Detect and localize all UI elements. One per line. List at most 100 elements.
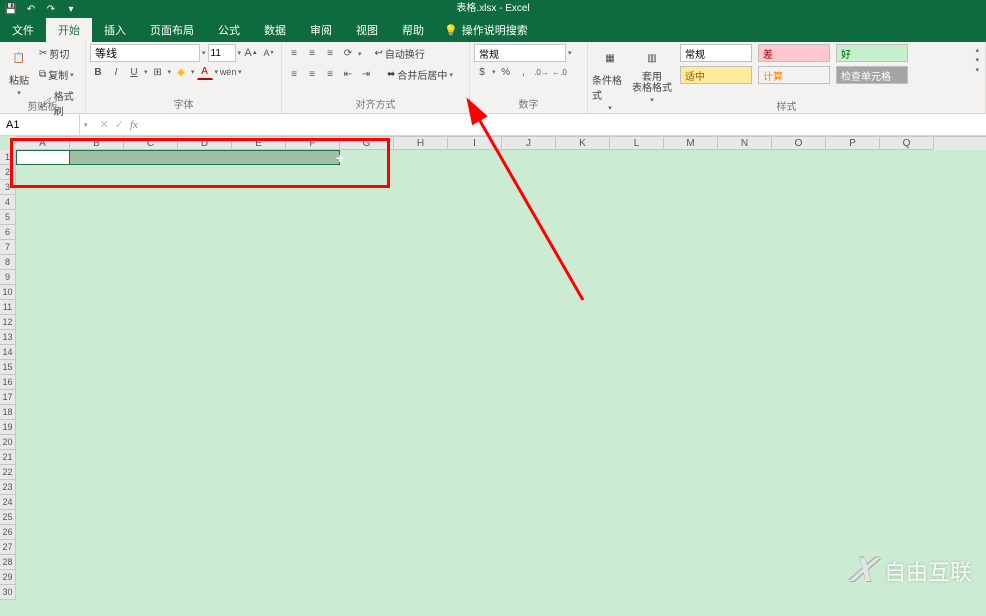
font-color-button[interactable]: A (197, 64, 213, 80)
chevron-up-icon[interactable]: ▴ (975, 46, 979, 54)
tab-help[interactable]: 帮助 (390, 18, 436, 42)
row-header[interactable]: 21 (0, 450, 16, 465)
row-header[interactable]: 26 (0, 525, 16, 540)
chevron-down-icon[interactable]: ▾ (975, 56, 979, 64)
align-center-button[interactable]: ≡ (304, 67, 320, 83)
row-header[interactable]: 11 (0, 300, 16, 315)
save-icon[interactable]: 💾 (4, 2, 18, 16)
row-header[interactable]: 13 (0, 330, 16, 345)
cells-area[interactable]: + (16, 150, 986, 596)
row-header[interactable]: 12 (0, 315, 16, 330)
column-header[interactable]: J (502, 137, 556, 150)
italic-button[interactable]: I (108, 64, 124, 80)
merge-center-button[interactable]: ⬌合并后居中▾ (384, 65, 456, 84)
column-header[interactable]: P (826, 137, 880, 150)
chevron-down-icon[interactable]: ▾ (358, 50, 362, 58)
row-header[interactable]: 28 (0, 555, 16, 570)
increase-indent-button[interactable]: ⇥ (358, 67, 374, 83)
row-header[interactable]: 15 (0, 360, 16, 375)
cut-button[interactable]: ✂剪切 (36, 44, 81, 63)
row-header[interactable]: 10 (0, 285, 16, 300)
row-header[interactable]: 23 (0, 480, 16, 495)
fx-icon[interactable]: fx (130, 119, 138, 131)
chevron-down-icon[interactable]: ▾ (168, 68, 172, 76)
column-header[interactable]: D (178, 137, 232, 150)
row-header[interactable]: 29 (0, 570, 16, 585)
row-header[interactable]: 7 (0, 240, 16, 255)
tab-review[interactable]: 审阅 (298, 18, 344, 42)
row-header[interactable]: 24 (0, 495, 16, 510)
cell-style-calculation[interactable]: 计算 (758, 66, 830, 84)
tab-insert[interactable]: 插入 (92, 18, 138, 42)
cell-style-normal[interactable]: 常规 (680, 44, 752, 62)
cancel-icon[interactable]: ✕ (100, 118, 109, 131)
column-header[interactable]: B (70, 137, 124, 150)
fill-handle-icon[interactable]: + (336, 153, 344, 163)
column-header[interactable]: L (610, 137, 664, 150)
worksheet-grid[interactable]: ABCDEFGHIJKLMNOPQ 1234567891011121314151… (0, 136, 986, 596)
row-header[interactable]: 3 (0, 180, 16, 195)
undo-icon[interactable]: ↶ (24, 2, 38, 16)
row-header[interactable]: 18 (0, 405, 16, 420)
decrease-indent-button[interactable]: ⇤ (340, 67, 356, 83)
more-styles-icon[interactable]: ▾ (975, 66, 979, 74)
enter-icon[interactable]: ✓ (115, 118, 124, 131)
chevron-down-icon[interactable]: ▾ (568, 49, 572, 57)
tab-data[interactable]: 数据 (252, 18, 298, 42)
row-header[interactable]: 1 (0, 150, 16, 165)
tab-page-layout[interactable]: 页面布局 (138, 18, 206, 42)
column-header[interactable]: K (556, 137, 610, 150)
tab-view[interactable]: 视图 (344, 18, 390, 42)
number-format-input[interactable] (474, 44, 566, 62)
align-middle-button[interactable]: ≡ (304, 46, 320, 62)
row-header[interactable]: 22 (0, 465, 16, 480)
row-header[interactable]: 17 (0, 390, 16, 405)
fill-color-button[interactable]: ◆ (173, 64, 189, 80)
cell-style-good[interactable]: 好 (836, 44, 908, 62)
column-header[interactable]: G (340, 137, 394, 150)
cell-style-neutral[interactable]: 适中 (680, 66, 752, 84)
format-as-table-button[interactable]: ▥ 套用 表格格式▾ (630, 44, 674, 104)
row-header[interactable]: 16 (0, 375, 16, 390)
percent-button[interactable]: % (498, 64, 514, 80)
font-size-input[interactable] (208, 44, 236, 62)
column-header[interactable]: A (16, 137, 70, 150)
comma-button[interactable]: , (516, 64, 532, 80)
formula-input[interactable] (146, 114, 986, 135)
tab-formulas[interactable]: 公式 (206, 18, 252, 42)
cell-style-bad[interactable]: 差 (758, 44, 830, 62)
align-left-button[interactable]: ≡ (286, 67, 302, 83)
chevron-down-icon[interactable]: ▾ (238, 49, 242, 57)
font-name-input[interactable] (90, 44, 200, 62)
phonetic-button[interactable]: wén (220, 64, 236, 80)
chevron-down-icon[interactable]: ▾ (191, 68, 195, 76)
row-header[interactable]: 30 (0, 585, 16, 600)
column-header[interactable]: O (772, 137, 826, 150)
column-header[interactable]: F (286, 137, 340, 150)
align-bottom-button[interactable]: ≡ (322, 46, 338, 62)
wrap-text-button[interactable]: ↩自动换行 (372, 44, 428, 63)
row-header[interactable]: 25 (0, 510, 16, 525)
chevron-down-icon[interactable]: ▾ (202, 49, 206, 57)
row-header[interactable]: 14 (0, 345, 16, 360)
qat-dropdown-icon[interactable]: ▾ (64, 2, 78, 16)
column-header[interactable]: C (124, 137, 178, 150)
tell-me[interactable]: 💡 操作说明搜索 (436, 18, 536, 42)
row-header[interactable]: 9 (0, 270, 16, 285)
column-header[interactable]: H (394, 137, 448, 150)
paste-button[interactable]: 📋 粘贴 ▾ (4, 44, 34, 97)
align-right-button[interactable]: ≡ (322, 67, 338, 83)
row-header[interactable]: 6 (0, 225, 16, 240)
row-header[interactable]: 20 (0, 435, 16, 450)
row-header[interactable]: 4 (0, 195, 16, 210)
increase-decimal-button[interactable]: .0→ (534, 64, 550, 80)
column-header[interactable]: E (232, 137, 286, 150)
decrease-font-icon[interactable]: A▼ (261, 45, 277, 61)
chevron-down-icon[interactable]: ▾ (144, 68, 148, 76)
border-button[interactable]: ⊞ (150, 64, 166, 80)
tab-file[interactable]: 文件 (0, 18, 46, 42)
row-header[interactable]: 8 (0, 255, 16, 270)
row-header[interactable]: 2 (0, 165, 16, 180)
accounting-button[interactable]: $ (474, 64, 490, 80)
column-header[interactable]: Q (880, 137, 934, 150)
